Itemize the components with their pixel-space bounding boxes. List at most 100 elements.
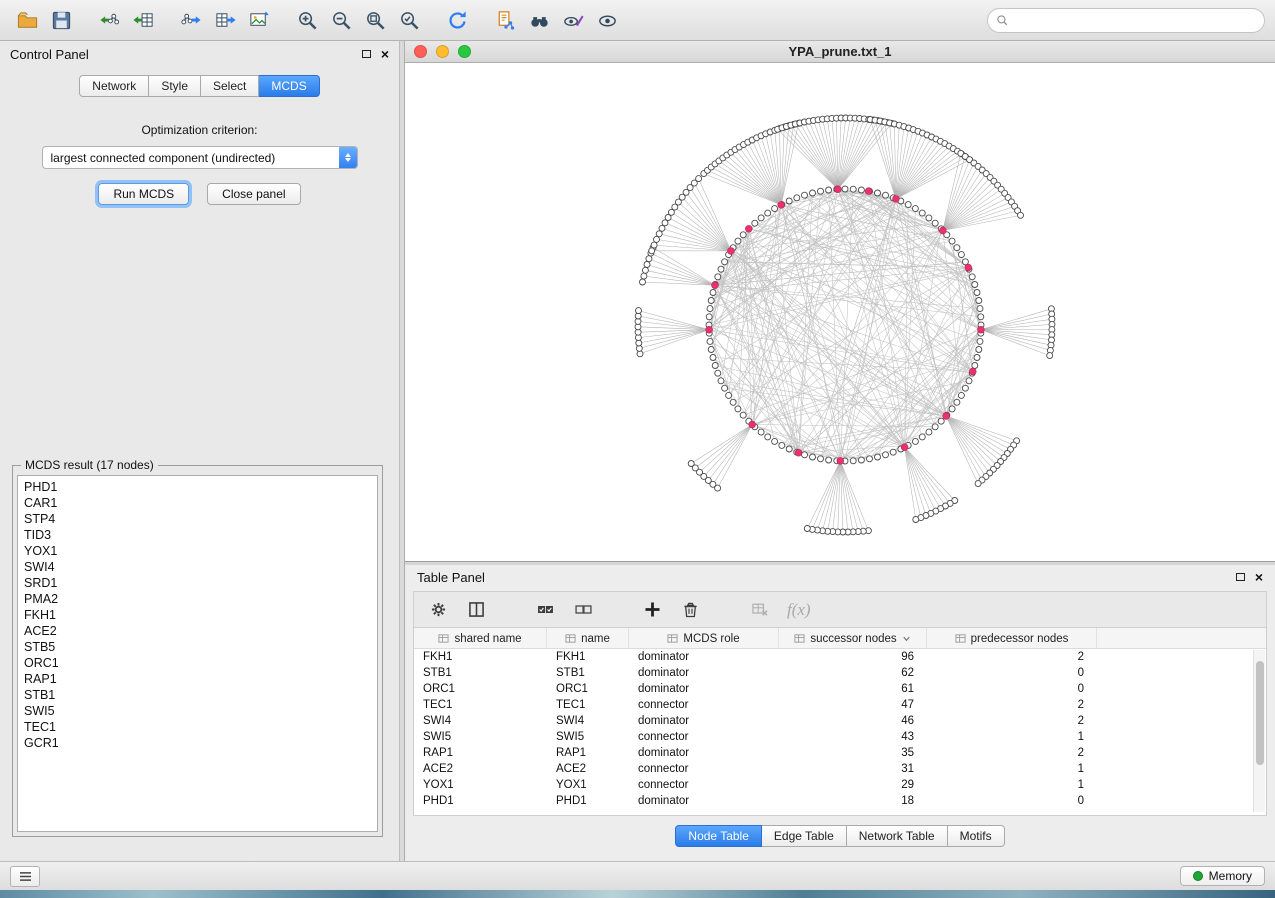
mcds-result-item[interactable]: FKH1 [24, 607, 377, 623]
table-row[interactable]: FKH1 FKH1 dominator 96 2 [414, 649, 1266, 665]
control-panel-tab[interactable]: MCDS [259, 75, 319, 97]
close-window-icon[interactable] [414, 45, 427, 58]
cell-mcds-role[interactable]: dominator [629, 681, 779, 697]
cell-shared-name[interactable]: YOX1 [414, 777, 547, 793]
cell-successor-nodes[interactable]: 47 [779, 697, 927, 713]
cell-mcds-role[interactable]: connector [629, 761, 779, 777]
mcds-result-item[interactable]: TID3 [24, 527, 377, 543]
open-session-button[interactable] [10, 5, 44, 35]
cell-predecessor-nodes[interactable]: 0 [927, 665, 1097, 681]
annotation-hide-button[interactable] [556, 5, 590, 35]
gear-button[interactable] [428, 599, 449, 620]
add-row-button[interactable] [642, 599, 663, 620]
cell-name[interactable]: RAP1 [547, 745, 629, 761]
zoom-out-button[interactable] [324, 5, 358, 35]
share-document-button[interactable] [488, 5, 522, 35]
columns-button[interactable] [466, 599, 487, 620]
export-table-button[interactable] [208, 5, 242, 35]
table-row[interactable]: STB1 STB1 dominator 62 0 [414, 665, 1266, 681]
column-header[interactable]: name [547, 628, 629, 649]
cell-shared-name[interactable]: FKH1 [414, 649, 547, 665]
column-header[interactable]: predecessor nodes [927, 628, 1097, 649]
import-network-button[interactable] [92, 5, 126, 35]
cell-successor-nodes[interactable]: 18 [779, 793, 927, 809]
search-binoculars-button[interactable] [522, 5, 556, 35]
cell-name[interactable]: YOX1 [547, 777, 629, 793]
select-all-button[interactable] [535, 599, 556, 620]
control-panel-tab[interactable]: Network [79, 75, 149, 97]
mcds-result-item[interactable]: YOX1 [24, 543, 377, 559]
mcds-result-item[interactable]: SWI4 [24, 559, 377, 575]
cell-shared-name[interactable]: ACE2 [414, 761, 547, 777]
zoom-window-icon[interactable] [458, 45, 471, 58]
unselect-all-button[interactable] [573, 599, 594, 620]
cell-successor-nodes[interactable]: 31 [779, 761, 927, 777]
search-input[interactable] [1014, 13, 1256, 27]
mcds-result-item[interactable]: PMA2 [24, 591, 377, 607]
cell-name[interactable]: FKH1 [547, 649, 629, 665]
mcds-result-item[interactable]: RAP1 [24, 671, 377, 687]
cell-mcds-role[interactable]: dominator [629, 649, 779, 665]
annotation-show-button[interactable] [590, 5, 624, 35]
cell-predecessor-nodes[interactable]: 2 [927, 745, 1097, 761]
export-network-button[interactable] [174, 5, 208, 35]
table-tab[interactable]: Motifs [948, 825, 1005, 847]
delete-row-button[interactable] [680, 599, 701, 620]
table-tab[interactable]: Node Table [675, 825, 762, 847]
cell-shared-name[interactable]: ORC1 [414, 681, 547, 697]
mcds-result-item[interactable]: SRD1 [24, 575, 377, 591]
cell-mcds-role[interactable]: dominator [629, 665, 779, 681]
save-session-button[interactable] [44, 5, 78, 35]
cell-predecessor-nodes[interactable]: 2 [927, 713, 1097, 729]
cell-predecessor-nodes[interactable]: 1 [927, 761, 1097, 777]
criterion-dropdown[interactable]: largest connected component (undirected) [42, 146, 358, 169]
zoom-in-button[interactable] [290, 5, 324, 35]
cell-successor-nodes[interactable]: 35 [779, 745, 927, 761]
cell-predecessor-nodes[interactable]: 0 [927, 793, 1097, 809]
mcds-result-item[interactable]: TEC1 [24, 719, 377, 735]
minimize-window-icon[interactable] [436, 45, 449, 58]
mcds-result-list[interactable]: PHD1CAR1STP4TID3YOX1SWI4SRD1PMA2FKH1ACE2… [17, 475, 378, 832]
column-header[interactable]: MCDS role [629, 628, 779, 649]
close-panel-button[interactable]: Close panel [207, 183, 300, 205]
float-table-panel-icon[interactable] [1236, 573, 1245, 581]
mcds-result-item[interactable]: STB5 [24, 639, 377, 655]
cell-mcds-role[interactable]: dominator [629, 745, 779, 761]
table-row[interactable]: ORC1 ORC1 dominator 61 0 [414, 681, 1266, 697]
mcds-result-item[interactable]: GCR1 [24, 735, 377, 751]
mcds-result-item[interactable]: SWI5 [24, 703, 377, 719]
control-panel-tab[interactable]: Select [201, 75, 259, 97]
column-header[interactable]: shared name [414, 628, 547, 649]
float-panel-icon[interactable] [362, 50, 371, 58]
cell-predecessor-nodes[interactable]: 1 [927, 729, 1097, 745]
cell-name[interactable]: SWI4 [547, 713, 629, 729]
cell-shared-name[interactable]: SWI5 [414, 729, 547, 745]
cell-successor-nodes[interactable]: 96 [779, 649, 927, 665]
cell-successor-nodes[interactable]: 43 [779, 729, 927, 745]
mcds-result-item[interactable]: ACE2 [24, 623, 377, 639]
cell-mcds-role[interactable]: connector [629, 729, 779, 745]
mcds-result-item[interactable]: STP4 [24, 511, 377, 527]
cell-successor-nodes[interactable]: 61 [779, 681, 927, 697]
cell-shared-name[interactable]: PHD1 [414, 793, 547, 809]
cell-predecessor-nodes[interactable]: 0 [927, 681, 1097, 697]
mcds-result-item[interactable]: CAR1 [24, 495, 377, 511]
cell-shared-name[interactable]: SWI4 [414, 713, 547, 729]
table-row[interactable]: TEC1 TEC1 connector 47 2 [414, 697, 1266, 713]
run-mcds-button[interactable]: Run MCDS [98, 183, 189, 205]
cell-predecessor-nodes[interactable]: 2 [927, 697, 1097, 713]
table-tab[interactable]: Edge Table [762, 825, 847, 847]
mcds-result-item[interactable]: PHD1 [24, 479, 377, 495]
cell-successor-nodes[interactable]: 46 [779, 713, 927, 729]
mcds-result-item[interactable]: ORC1 [24, 655, 377, 671]
cell-successor-nodes[interactable]: 62 [779, 665, 927, 681]
import-table-button[interactable] [126, 5, 160, 35]
zoom-selected-button[interactable] [392, 5, 426, 35]
table-scrollbar-thumb[interactable] [1256, 661, 1264, 765]
refresh-button[interactable] [440, 5, 474, 35]
cell-shared-name[interactable]: STB1 [414, 665, 547, 681]
cell-mcds-role[interactable]: dominator [629, 793, 779, 809]
cell-shared-name[interactable]: TEC1 [414, 697, 547, 713]
zoom-fit-button[interactable] [358, 5, 392, 35]
cell-shared-name[interactable]: RAP1 [414, 745, 547, 761]
